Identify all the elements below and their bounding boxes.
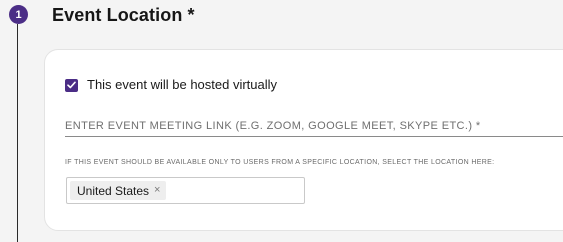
virtual-event-checkbox-row[interactable]: This event will be hosted virtually bbox=[65, 77, 277, 93]
location-tag: United States × bbox=[70, 181, 167, 200]
location-select[interactable]: United States × bbox=[66, 177, 305, 204]
close-icon[interactable]: × bbox=[154, 185, 160, 196]
virtual-event-checkbox[interactable] bbox=[65, 78, 78, 92]
location-restriction-hint: IF THIS EVENT SHOULD BE AVAILABLE ONLY T… bbox=[65, 159, 495, 166]
meeting-link-input[interactable] bbox=[65, 117, 563, 135]
step-progress-line bbox=[17, 24, 18, 242]
event-location-card: This event will be hosted virtually IF T… bbox=[44, 49, 563, 231]
location-tag-label: United States bbox=[77, 183, 150, 198]
check-icon bbox=[67, 81, 76, 89]
virtual-event-label: This event will be hosted virtually bbox=[87, 77, 278, 92]
section-title: Event Location * bbox=[52, 5, 195, 25]
step-number-badge: 1 bbox=[9, 5, 28, 24]
meeting-link-field bbox=[65, 116, 563, 137]
